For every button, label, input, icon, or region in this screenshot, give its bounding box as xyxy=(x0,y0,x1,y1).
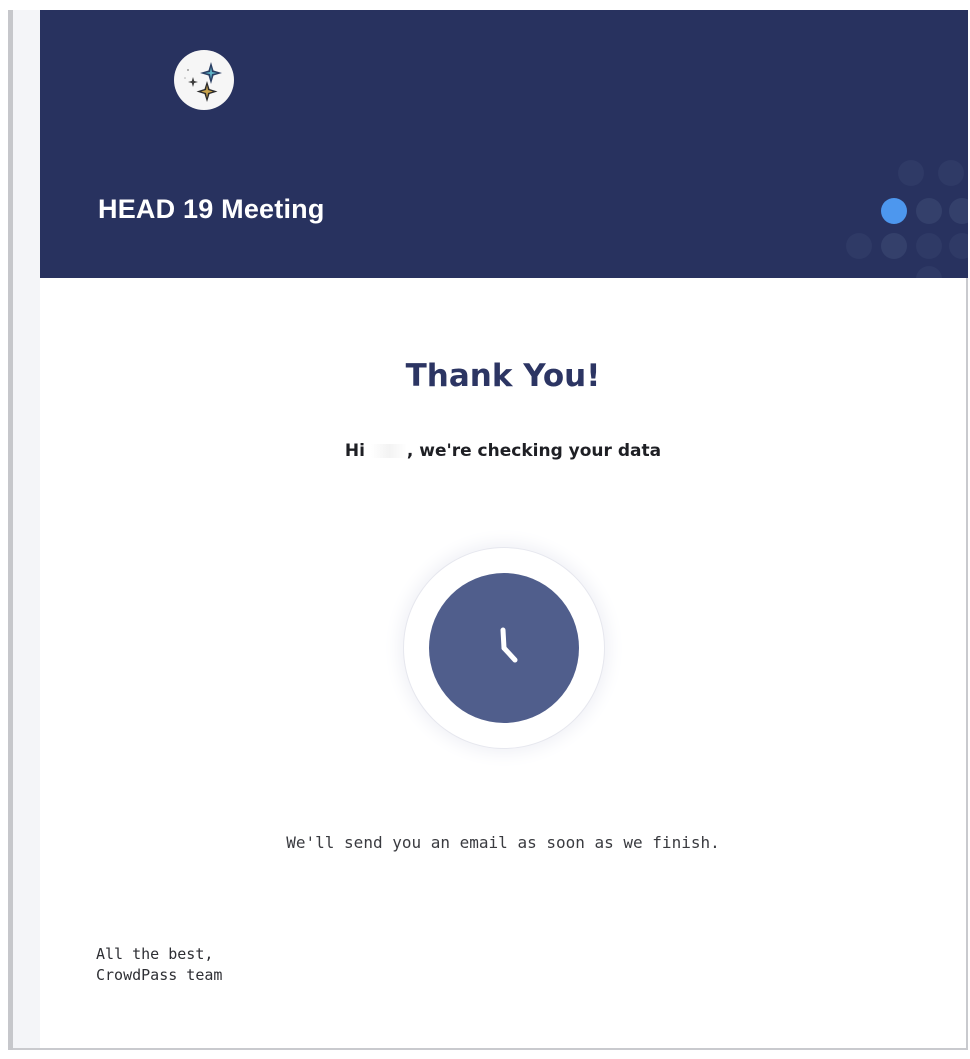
status-indicator xyxy=(404,548,604,748)
email-header: HEAD 19 Meeting xyxy=(40,10,968,278)
page: HEAD 19 Meeting Thank You! Hi , we're ch… xyxy=(0,0,970,1059)
clock-icon xyxy=(429,573,579,723)
pattern-dot xyxy=(938,160,964,186)
email-notice: We'll send you an email as soon as we fi… xyxy=(286,833,720,852)
signoff: All the best, CrowdPass team xyxy=(96,944,222,986)
pattern-dot xyxy=(916,233,942,259)
decorative-dot-pattern xyxy=(838,160,968,278)
pattern-dot xyxy=(898,160,924,186)
email-body: Thank You! Hi , we're checking your data… xyxy=(40,278,968,1048)
pattern-dot xyxy=(949,198,968,224)
pattern-dot xyxy=(846,233,872,259)
pattern-dot-active xyxy=(881,198,907,224)
greeting-suffix: , we're checking your data xyxy=(406,441,662,461)
signoff-line-2: CrowdPass team xyxy=(96,966,223,984)
star-compass-logo-icon xyxy=(174,50,234,110)
event-title: HEAD 19 Meeting xyxy=(98,194,325,224)
greeting-prefix: Hi xyxy=(344,441,365,461)
thank-you-heading: Thank You! xyxy=(405,358,601,394)
pattern-dot xyxy=(916,198,942,224)
signoff-line-1: All the best, xyxy=(96,945,214,963)
pattern-dot xyxy=(949,233,968,259)
redacted-name xyxy=(370,444,407,458)
greeting-line: Hi , we're checking your data xyxy=(40,441,966,461)
pattern-dot xyxy=(916,266,942,278)
pattern-dot xyxy=(881,233,907,259)
